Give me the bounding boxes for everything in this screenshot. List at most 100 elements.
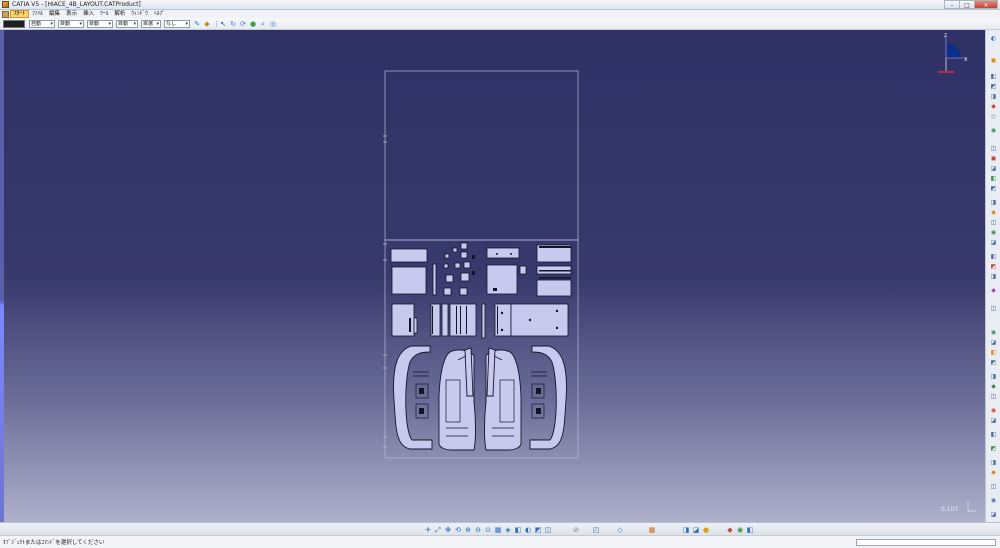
tool-icon[interactable]: ◨ [989,274,998,280]
tool-icon[interactable]: ◪ [989,166,998,172]
tool-icon[interactable]: ◆ [989,104,998,110]
panel-part[interactable] [486,264,518,295]
clip-part[interactable] [463,261,471,269]
tool-icon[interactable]: ◫ [989,220,998,226]
tool-icon[interactable]: ◨ [989,460,998,466]
tool-icon[interactable]: ◩ [989,360,998,366]
tool-icon[interactable]: ◉ [989,128,998,134]
clip-part[interactable] [460,242,468,250]
upper-frame[interactable] [384,70,579,241]
tool-icon[interactable]: ◼ [989,156,998,162]
grid-icon[interactable]: ▦ [648,526,656,534]
panel-part[interactable] [441,303,449,337]
panel-part[interactable] [390,248,428,263]
material-icon[interactable]: ◉ [736,526,744,534]
tool-icon[interactable]: ◉ [989,330,998,336]
clip-part[interactable] [452,247,458,253]
render-icon[interactable]: ◆ [726,526,734,534]
zoom-in-icon[interactable]: ⊕ [464,526,472,534]
hide-show-icon[interactable]: ◐ [524,526,532,534]
clip-part[interactable] [444,253,450,259]
tool-icon[interactable]: ◩ [989,84,998,90]
compass-widget[interactable]: z x [938,32,968,73]
tool-icon[interactable]: ◇ [989,114,998,120]
left-door-trim-outer[interactable] [393,345,433,450]
tool-icon[interactable]: ◉ [989,498,998,504]
clip-part[interactable] [454,262,461,269]
tool-icon[interactable]: ◉ [989,230,998,236]
panel-part[interactable] [391,266,427,295]
catalog-icon[interactable]: ◇ [616,526,624,534]
door-trim-fills [419,388,541,414]
tool-icon[interactable]: ◧ [989,74,998,80]
tool-icon[interactable]: ◪ [989,418,998,424]
tool-icon[interactable]: ◉ [989,408,998,414]
tool-icon[interactable]: ◫ [989,484,998,490]
panel-part[interactable] [519,265,527,275]
panel-part[interactable] [432,263,437,296]
layout-drawing: z x [383,32,976,512]
clash-icon[interactable]: ◪ [692,526,700,534]
tool-icon[interactable]: ◫ [989,146,998,152]
zoom-readout: 0.107 [941,506,959,513]
swap-visible-icon[interactable]: ◩ [534,526,542,534]
axis-triad-icon [967,502,976,512]
panel-part[interactable] [486,247,520,259]
fly-mode-icon[interactable]: ✈ [424,526,432,534]
panel-part[interactable] [413,317,418,334]
tool-icon[interactable]: ◧ [989,350,998,356]
tool-icon[interactable]: ◨ [989,94,998,100]
tool-icon[interactable]: ◩ [989,446,998,452]
tool-icon[interactable]: ◧ [989,254,998,260]
clip-part[interactable] [460,251,468,259]
shading-icon[interactable]: ◧ [514,526,522,534]
tool-icon[interactable]: ◆ [989,470,998,476]
tool-icon[interactable]: ◪ [989,512,998,518]
panel-parts [390,242,572,339]
clip-part[interactable] [459,287,468,296]
analysis-icon[interactable]: ◨ [682,526,690,534]
tool-icon[interactable]: ◼ [989,58,998,64]
tool-icon[interactable]: ◩ [989,264,998,270]
clip-part[interactable] [443,263,449,269]
snap-icon[interactable]: ◰ [592,526,600,534]
compass-quadrant-icon[interactable] [946,43,961,58]
clip-part[interactable] [443,287,452,296]
tool-icon[interactable]: ◨ [989,200,998,206]
panel-part[interactable] [536,279,572,297]
rotate-icon[interactable]: ⟲ [454,526,462,534]
tool-icon[interactable]: ◫ [989,306,998,312]
clip-part[interactable] [445,274,454,283]
tool-icon[interactable]: ◪ [989,340,998,346]
panel-part[interactable] [449,303,477,337]
layout-frames [383,70,579,459]
iso-view-icon[interactable]: ◈ [504,526,512,534]
right-door-trim-outer[interactable] [529,345,567,450]
tool-icon[interactable]: ◆ [989,288,998,294]
compass-x-label: x [964,56,968,63]
fit-all-icon[interactable]: ⤢ [434,526,442,534]
tool-icon[interactable]: ◪ [989,240,998,246]
panel-part[interactable] [481,303,486,339]
tool-icon[interactable]: ◆ [989,210,998,216]
panel-part[interactable] [510,303,569,337]
wireframe-icon[interactable]: ◫ [544,526,552,534]
apply-material-icon[interactable]: ◧ [746,526,754,534]
tool-icon[interactable]: ◆ [989,384,998,390]
tool-icon[interactable]: ◧ [989,432,998,438]
zoom-out-icon[interactable]: ⊖ [474,526,482,534]
clip-part[interactable] [460,272,470,282]
tool-icon[interactable]: ◩ [989,186,998,192]
measure-icon[interactable]: ⊘ [572,526,580,534]
command-input[interactable] [856,539,996,546]
tool-icon[interactable]: ◐ [989,36,998,42]
door-trim-details [413,355,547,437]
pan-icon[interactable]: ✥ [444,526,452,534]
tool-icon[interactable]: ◨ [989,374,998,380]
tool-icon[interactable]: ◫ [989,394,998,400]
compass-z-label: z [944,32,947,39]
tool-icon[interactable]: ◧ [989,176,998,182]
normal-view-icon[interactable]: ⊙ [484,526,492,534]
multi-view-icon[interactable]: ▦ [494,526,502,534]
light-icon[interactable]: ● [702,526,710,534]
